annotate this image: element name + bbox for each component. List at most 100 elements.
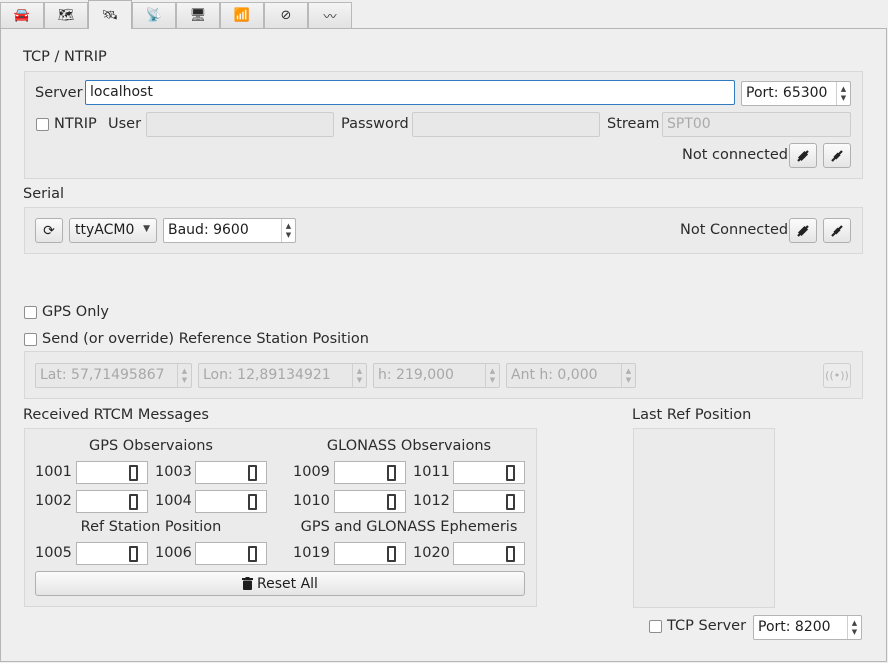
user-input[interactable] <box>146 112 334 137</box>
car-icon: 🚘 <box>13 8 31 23</box>
rtcm-1019-counter <box>334 542 406 565</box>
plug-disconnect-icon <box>831 224 843 237</box>
spin-arrows-icon[interactable]: ▲ ▼ <box>281 219 295 242</box>
serial-device-select[interactable]: ttyACM0 ▼ <box>69 218 157 243</box>
tab-car[interactable]: 🚘 <box>0 2 44 28</box>
lcd-digit <box>129 465 138 481</box>
rtcm-1010-label: 1010 <box>293 493 330 509</box>
serial-connect-button[interactable] <box>789 218 817 243</box>
gps-obs-title: GPS Observaions <box>89 438 213 454</box>
tab-antenna[interactable]: 📶 <box>220 2 264 28</box>
lcd-digit <box>506 465 515 481</box>
height-spinbox[interactable]: h: 219,000 ▲ ▼ <box>373 363 500 388</box>
rtcm-1002-counter <box>76 490 148 513</box>
spin-arrows-icon[interactable]: ▲ ▼ <box>352 364 366 387</box>
send-ref-button[interactable]: ((•)) <box>823 363 851 388</box>
rtcm-1002-label: 1002 <box>35 493 72 509</box>
tcp-server-checkbox[interactable] <box>649 620 662 633</box>
rtcm-1004-label: 1004 <box>155 493 192 509</box>
tab-satellite-dish[interactable]: 📡 <box>132 2 176 28</box>
tcp-port-spinbox[interactable]: Port: 65300 ▲ ▼ <box>741 81 851 106</box>
rtcm-1009-counter <box>334 461 406 484</box>
tab-bar: 🚘 🗺 🛰 📡 🖥 📶 ⊘ 〰 <box>0 0 888 29</box>
serial-device-value: ttyACM0 <box>75 222 135 238</box>
baud-value: Baud: 9600 <box>168 222 249 238</box>
server-input[interactable]: localhost <box>85 80 735 105</box>
tab-satellite[interactable]: 🛰 <box>88 0 132 29</box>
ntrip-checkbox[interactable] <box>36 118 49 131</box>
height-value: h: 219,000 <box>378 367 454 383</box>
lon-spinbox[interactable]: Lon: 12,89134921 ▲ ▼ <box>198 363 367 388</box>
rtcm-1011-counter <box>453 461 525 484</box>
tcp-status: Not connected <box>682 147 788 163</box>
tcp-port-value: Port: 65300 <box>746 85 828 101</box>
reset-all-label: Reset All <box>257 575 318 592</box>
tcp-disconnect-button[interactable] <box>823 143 851 168</box>
rtcm-1010-counter <box>334 490 406 513</box>
rtcm-1020-label: 1020 <box>413 545 450 561</box>
password-input[interactable] <box>412 112 600 137</box>
ntrip-label: NTRIP <box>54 116 97 132</box>
last-ref-panel <box>633 428 775 608</box>
ant-height-value: Ant h: 0,000 <box>511 367 598 383</box>
rtcm-1009-label: 1009 <box>293 464 330 480</box>
ant-height-spinbox[interactable]: Ant h: 0,000 ▲ ▼ <box>506 363 636 388</box>
lcd-digit <box>248 546 257 562</box>
rtcm-section-title: Received RTCM Messages <box>23 407 209 423</box>
serial-disconnect-button[interactable] <box>823 218 851 243</box>
rtcm-1003-counter <box>195 461 267 484</box>
lcd-digit <box>248 465 257 481</box>
rtcm-1001-counter <box>76 461 148 484</box>
ephemeris-title: GPS and GLONASS Ephemeris <box>300 519 518 535</box>
lon-value: Lon: 12,89134921 <box>203 367 331 383</box>
rtcm-1006-counter <box>195 542 267 565</box>
tcp-server-port-value: Port: 8200 <box>758 619 831 635</box>
baud-spinbox[interactable]: Baud: 9600 ▲ ▼ <box>163 218 296 243</box>
spin-arrows-icon[interactable]: ▲ ▼ <box>847 616 861 639</box>
send-ref-checkbox[interactable] <box>24 333 37 346</box>
last-ref-title: Last Ref Position <box>632 407 752 423</box>
rtcm-1012-counter <box>453 490 525 513</box>
rtcm-1012-label: 1012 <box>413 493 450 509</box>
spin-arrows-icon[interactable]: ▲ ▼ <box>485 364 499 387</box>
satellite-icon: 🛰 <box>101 7 119 23</box>
serial-refresh-button[interactable]: ⟳ <box>35 218 63 243</box>
plug-connect-icon <box>797 224 809 237</box>
serial-section-title: Serial <box>23 186 65 202</box>
tab-no-signal[interactable]: ⊘ <box>264 2 308 28</box>
antenna-icon: 📶 <box>233 8 251 23</box>
lcd-digit <box>248 494 257 510</box>
chevron-down-icon: ▼ <box>143 224 150 234</box>
rtcm-1019-label: 1019 <box>293 545 330 561</box>
password-label: Password <box>341 116 409 132</box>
trash-icon <box>242 577 254 590</box>
gps-only-label: GPS Only <box>42 304 110 320</box>
rtcm-1006-label: 1006 <box>155 545 192 561</box>
lcd-digit <box>387 465 396 481</box>
lcd-digit <box>387 494 396 510</box>
tcp-connect-button[interactable] <box>789 143 817 168</box>
rtcm-1005-label: 1005 <box>35 545 72 561</box>
send-ref-label: Send (or override) Reference Station Pos… <box>42 331 369 347</box>
waveform-icon: 〰 <box>323 10 337 25</box>
lcd-digit <box>387 546 396 562</box>
spin-arrows-icon[interactable]: ▲ ▼ <box>177 364 191 387</box>
refresh-icon: ⟳ <box>43 222 55 239</box>
no-signal-icon: ⊘ <box>280 8 292 23</box>
spin-arrows-icon[interactable]: ▲ ▼ <box>836 82 850 105</box>
plug-connect-icon <box>797 149 809 162</box>
lcd-digit <box>506 546 515 562</box>
tcp-section-title: TCP / NTRIP <box>23 49 107 65</box>
stream-input[interactable]: SPT00 <box>662 112 851 137</box>
lat-spinbox[interactable]: Lat: 57,71495867 ▲ ▼ <box>35 363 192 388</box>
tab-monitor[interactable]: 🖥 <box>176 2 220 28</box>
tab-map[interactable]: 🗺 <box>44 2 88 28</box>
rtcm-1011-label: 1011 <box>413 464 450 480</box>
gps-only-checkbox[interactable] <box>24 306 37 319</box>
tcp-server-port-spinbox[interactable]: Port: 8200 ▲ ▼ <box>753 615 862 640</box>
tab-waveform[interactable]: 〰 <box>308 2 352 28</box>
rtcm-1005-counter <box>76 542 148 565</box>
lcd-digit <box>129 546 138 562</box>
spin-arrows-icon[interactable]: ▲ ▼ <box>621 364 635 387</box>
reset-all-button[interactable]: Reset All <box>35 571 525 596</box>
